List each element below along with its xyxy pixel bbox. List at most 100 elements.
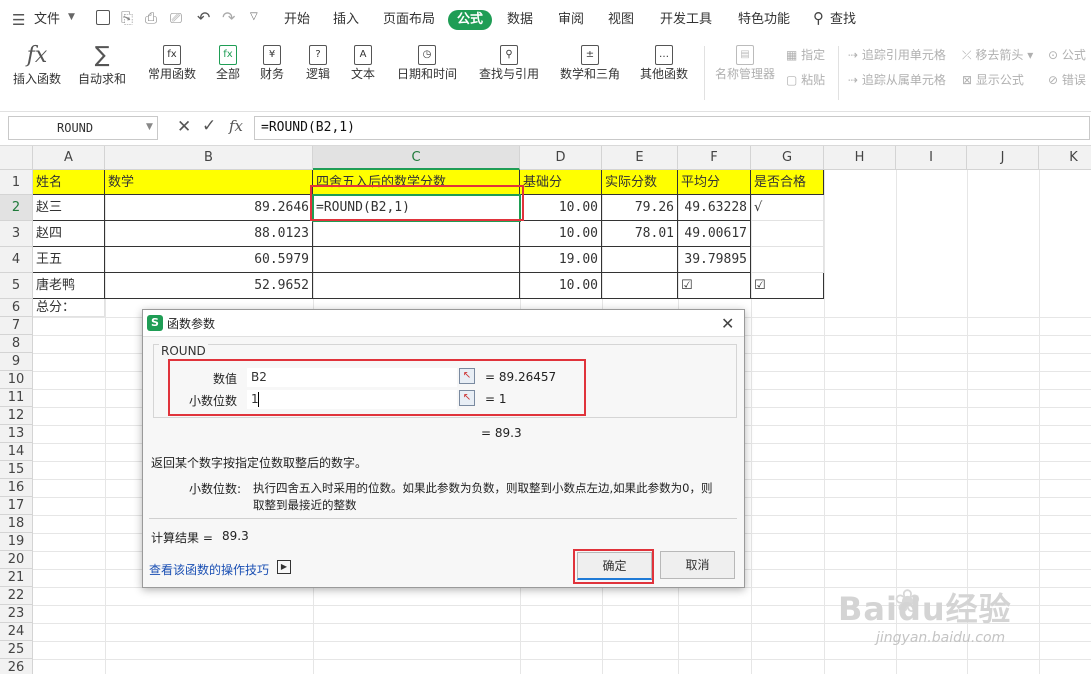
error-check-button[interactable]: ⊘ 错误 bbox=[1048, 71, 1086, 88]
close-icon[interactable]: ✕ bbox=[721, 314, 734, 333]
actual-cell[interactable] bbox=[602, 247, 678, 273]
row-header[interactable]: 8 bbox=[0, 335, 33, 353]
column-header-b[interactable]: B bbox=[105, 146, 313, 170]
header-name-cell[interactable]: 姓名 bbox=[33, 170, 105, 195]
confirm-formula-icon[interactable]: ✓ bbox=[202, 116, 216, 136]
select-all-corner[interactable] bbox=[0, 146, 33, 170]
common-functions-button[interactable]: fx 常用函数 bbox=[140, 40, 204, 110]
text-button[interactable]: A 文本 bbox=[345, 40, 381, 110]
average-checkbox-cell[interactable]: ☑ bbox=[678, 273, 751, 299]
tab-data[interactable]: 数据 bbox=[507, 10, 533, 30]
logical-button[interactable]: ? 逻辑 bbox=[300, 40, 336, 110]
row-header[interactable]: 21 bbox=[0, 569, 33, 587]
row-header[interactable]: 23 bbox=[0, 605, 33, 623]
math-cell[interactable]: 60.5979 bbox=[105, 247, 313, 273]
row-header[interactable]: 2 bbox=[0, 195, 33, 221]
column-header-i[interactable]: I bbox=[896, 146, 967, 170]
insert-function-button[interactable]: fx 插入函数 bbox=[10, 40, 64, 110]
all-functions-button[interactable]: fx 全部 bbox=[210, 40, 246, 110]
row-header[interactable]: 12 bbox=[0, 407, 33, 425]
base-cell[interactable]: 10.00 bbox=[520, 221, 602, 247]
chevron-down-icon[interactable]: ▼ bbox=[68, 12, 75, 22]
save-icon[interactable] bbox=[96, 10, 110, 25]
average-cell[interactable]: 39.79895 bbox=[678, 247, 751, 273]
name-box[interactable]: ROUND bbox=[8, 116, 158, 140]
tab-page-layout[interactable]: 页面布局 bbox=[383, 10, 435, 30]
math-cell[interactable]: 88.0123 bbox=[105, 221, 313, 247]
row-header[interactable]: 26 bbox=[0, 659, 33, 674]
undo-icon[interactable]: ↶ bbox=[197, 8, 210, 27]
financial-button[interactable]: ¥ 财务 bbox=[254, 40, 290, 110]
date-time-button[interactable]: ◷ 日期和时间 bbox=[390, 40, 464, 110]
row-header[interactable]: 5 bbox=[0, 273, 33, 299]
average-cell[interactable]: 49.00617 bbox=[678, 221, 751, 247]
tab-special-features[interactable]: 特色功能 bbox=[738, 10, 790, 30]
menu-icon[interactable]: ☰ bbox=[12, 11, 25, 29]
row-header[interactable]: 6 bbox=[0, 299, 33, 317]
row-header[interactable]: 17 bbox=[0, 497, 33, 515]
redo-icon[interactable]: ↷ bbox=[222, 8, 235, 27]
row-header[interactable]: 22 bbox=[0, 587, 33, 605]
column-header-h[interactable]: H bbox=[824, 146, 896, 170]
rounded-cell[interactable] bbox=[313, 221, 520, 247]
tab-insert[interactable]: 插入 bbox=[333, 10, 359, 30]
header-math-cell[interactable]: 数学 bbox=[105, 170, 313, 195]
video-icon[interactable]: ▶ bbox=[277, 560, 291, 574]
name-cell[interactable]: 赵四 bbox=[33, 221, 105, 247]
help-link[interactable]: 查看该函数的操作技巧 bbox=[149, 561, 269, 578]
column-header-e[interactable]: E bbox=[602, 146, 678, 170]
row-header[interactable]: 10 bbox=[0, 371, 33, 389]
trace-precedents-button[interactable]: ⇢ 追踪引用单元格 bbox=[848, 46, 946, 63]
other-functions-button[interactable]: … 其他函数 bbox=[634, 40, 694, 110]
name-cell[interactable]: 王五 bbox=[33, 247, 105, 273]
actual-cell[interactable]: 78.01 bbox=[602, 221, 678, 247]
base-cell[interactable]: 19.00 bbox=[520, 247, 602, 273]
column-header-d[interactable]: D bbox=[520, 146, 602, 170]
name-cell[interactable]: 唐老鸭 bbox=[33, 273, 105, 299]
row-header[interactable]: 3 bbox=[0, 221, 33, 247]
search-button[interactable]: 查找 bbox=[830, 10, 856, 30]
formula-input[interactable]: =ROUND(B2,1) bbox=[254, 116, 1090, 140]
header-average-cell[interactable]: 平均分 bbox=[678, 170, 751, 195]
row-header[interactable]: 24 bbox=[0, 623, 33, 641]
remove-arrows-button[interactable]: ⤫ 移去箭头 ▾ bbox=[962, 46, 1033, 63]
autosum-button[interactable]: ∑ 自动求和 bbox=[72, 40, 132, 110]
lookup-reference-button[interactable]: ⚲ 查找与引用 bbox=[472, 40, 546, 110]
total-label-cell[interactable]: 总分： bbox=[33, 299, 105, 317]
header-actual-cell[interactable]: 实际分数 bbox=[602, 170, 678, 195]
paste-name-button[interactable]: ▢ 粘贴 bbox=[786, 71, 825, 88]
define-name-button[interactable]: ▦ 指定 bbox=[786, 46, 825, 63]
show-formulas-button[interactable]: ⊠ 显示公式 bbox=[962, 71, 1024, 88]
header-pass-cell[interactable]: 是否合格 bbox=[751, 170, 824, 195]
name-box-dropdown-icon[interactable]: ▼ bbox=[146, 122, 153, 132]
row-header[interactable]: 19 bbox=[0, 533, 33, 551]
column-header-g[interactable]: G bbox=[751, 146, 824, 170]
name-manager-button[interactable]: ▤ 名称管理器 bbox=[712, 40, 778, 110]
file-menu[interactable]: 文件 bbox=[34, 10, 60, 30]
row-header[interactable]: 13 bbox=[0, 425, 33, 443]
average-cell[interactable]: 49.63228 bbox=[678, 195, 751, 221]
row-header[interactable]: 18 bbox=[0, 515, 33, 533]
row-header[interactable]: 9 bbox=[0, 353, 33, 371]
row-header[interactable]: 1 bbox=[0, 170, 33, 195]
row-header[interactable]: 25 bbox=[0, 641, 33, 659]
base-cell[interactable]: 10.00 bbox=[520, 273, 602, 299]
tab-view[interactable]: 视图 bbox=[608, 10, 634, 30]
row-header[interactable]: 20 bbox=[0, 551, 33, 569]
customize-icon[interactable]: ▽ bbox=[250, 11, 258, 22]
rounded-cell[interactable] bbox=[313, 247, 520, 273]
print-icon[interactable]: ⎙ bbox=[145, 9, 157, 27]
actual-cell[interactable] bbox=[602, 273, 678, 299]
formula-audit-button[interactable]: ⊙ 公式 bbox=[1048, 46, 1086, 63]
pass-cell[interactable] bbox=[751, 247, 824, 273]
column-header-a[interactable]: A bbox=[33, 146, 105, 170]
export-icon[interactable]: ⎘ bbox=[121, 9, 133, 27]
header-base-cell[interactable]: 基础分 bbox=[520, 170, 602, 195]
column-header-k[interactable]: K bbox=[1039, 146, 1091, 170]
pass-checkbox-cell[interactable]: ☑ bbox=[751, 273, 824, 299]
cancel-formula-icon[interactable]: ✕ bbox=[177, 117, 191, 137]
trace-dependents-button[interactable]: ⇢ 追踪从属单元格 bbox=[848, 71, 946, 88]
math-trig-button[interactable]: ± 数学和三角 bbox=[553, 40, 627, 110]
tab-home[interactable]: 开始 bbox=[284, 10, 310, 30]
pass-cell[interactable] bbox=[751, 221, 824, 247]
